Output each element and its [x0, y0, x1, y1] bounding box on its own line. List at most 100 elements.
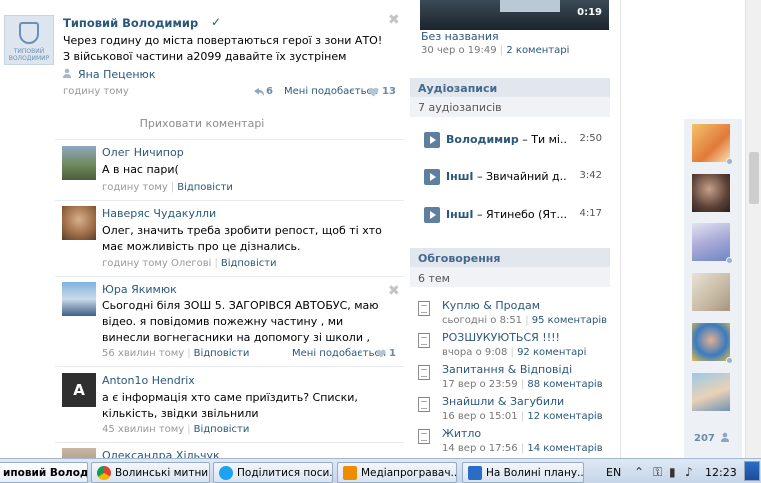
- emblem-icon: [19, 22, 39, 44]
- repost-count[interactable]: 6: [266, 86, 273, 97]
- audio-track[interactable]: ІншІ – Ятинебо (Ят... 4:17: [424, 206, 608, 224]
- topics-count[interactable]: 6 тем: [418, 272, 450, 285]
- friends-count[interactable]: 207: [694, 432, 730, 444]
- avatar[interactable]: [62, 448, 96, 458]
- friend-avatar[interactable]: [692, 273, 730, 311]
- document-icon: [418, 429, 430, 444]
- video-title[interactable]: Без названия: [421, 30, 499, 43]
- like-label[interactable]: Мені подобається: [284, 86, 378, 97]
- heart-icon[interactable]: [376, 349, 386, 358]
- comment-author[interactable]: Юра Якимюк: [102, 283, 177, 296]
- repost-icon[interactable]: [253, 87, 265, 97]
- taskbar-item[interactable]: На Волині плану...: [462, 462, 584, 483]
- reply-link[interactable]: Відповісти: [221, 258, 277, 269]
- taskbar-item[interactable]: Поділитися поси...: [213, 462, 333, 483]
- comment-time[interactable]: 56 хвилин тому: [102, 348, 184, 359]
- battery-icon[interactable]: ▮: [669, 465, 676, 479]
- avatar[interactable]: [62, 282, 96, 316]
- video-duration: 0:19: [577, 7, 602, 18]
- audio-track[interactable]: Володимир – Ти мі... 2:50: [424, 131, 608, 149]
- post-time[interactable]: годину тому: [63, 86, 129, 97]
- reply-link[interactable]: Відповісти: [194, 424, 250, 435]
- comment-time[interactable]: годину тому: [102, 182, 168, 193]
- online-indicator: [726, 357, 733, 364]
- hide-comments-link[interactable]: Приховати коментарі: [0, 117, 404, 130]
- show-desktop-button[interactable]: [744, 461, 760, 481]
- comment-text: а є інформація хто саме приїздить? Списк…: [102, 391, 358, 420]
- scrollbar[interactable]: [745, 0, 761, 458]
- comment-time[interactable]: 45 хвилин тому: [102, 424, 184, 435]
- network-icon[interactable]: ⚿: [653, 465, 662, 480]
- volume-icon[interactable]: ♪: [685, 465, 693, 479]
- post-text: Через годину до міста повертаються герої…: [63, 34, 383, 63]
- topic-title[interactable]: Знайшли & Загубили: [442, 395, 564, 408]
- clock[interactable]: 12:23: [705, 466, 737, 479]
- reply-link[interactable]: Відповісти: [194, 348, 250, 359]
- post-author-avatar[interactable]: ТИПОВИЙ ВОЛОДИМИР: [4, 15, 54, 65]
- taskbar-item[interactable]: иповий Волод...: [0, 462, 88, 483]
- audio-section-header[interactable]: Аудіозаписи: [410, 78, 610, 98]
- topic-item[interactable]: Куплю & Продам сьогодні о 8:51 | 95 коме…: [418, 299, 608, 329]
- friend-avatar[interactable]: [692, 124, 733, 165]
- avatar[interactable]: A: [62, 373, 96, 407]
- topic-item[interactable]: Запитання & Відповіді 17 вер о 23:59 | 8…: [418, 363, 608, 393]
- post-signer[interactable]: Яна Пеценюк: [78, 68, 155, 81]
- friend-avatar[interactable]: [692, 323, 733, 364]
- comment-like-count[interactable]: 1: [389, 348, 396, 359]
- topic-comments[interactable]: 95 коментарів: [532, 315, 607, 326]
- topic-item[interactable]: Житло 14 вер о 17:56 | 14 коментарів: [418, 427, 608, 457]
- online-indicator: [726, 158, 733, 165]
- comment-meta: 56 хвилин тому | Відповісти: [102, 348, 250, 359]
- comment-author[interactable]: Anton1o Hendrix: [102, 374, 195, 387]
- document-icon: [418, 397, 430, 412]
- topic-comments[interactable]: 14 коментарів: [527, 443, 602, 454]
- avatar[interactable]: [62, 146, 96, 180]
- comment-author[interactable]: Олег Ничипор: [102, 146, 184, 159]
- heart-icon[interactable]: [368, 87, 379, 97]
- video-thumbnail[interactable]: 0:19: [420, 0, 609, 30]
- chrome-icon: [97, 466, 111, 480]
- play-icon[interactable]: [424, 132, 440, 148]
- topic-comments[interactable]: 12 коментарів: [527, 411, 602, 422]
- comment-author[interactable]: Наверяс Чудакулли: [102, 207, 216, 220]
- post-author-name[interactable]: Типовий Володимир: [63, 16, 198, 30]
- taskbar-item[interactable]: Медіапрогравач...: [337, 462, 457, 483]
- topic-comments[interactable]: 92 коментарі: [517, 347, 586, 358]
- reply-link[interactable]: Відповісти: [177, 182, 233, 193]
- play-icon[interactable]: [424, 207, 440, 223]
- topic-title[interactable]: Куплю & Продам: [442, 299, 540, 312]
- avatar[interactable]: [62, 206, 96, 240]
- like-count[interactable]: 13: [382, 86, 396, 97]
- topic-title[interactable]: Запитання & Відповіді: [442, 363, 572, 376]
- column-divider: [620, 0, 621, 458]
- language-indicator[interactable]: EN: [606, 466, 621, 479]
- friend-avatar[interactable]: [692, 223, 733, 264]
- divider: [55, 442, 404, 443]
- topic-comments[interactable]: 88 коментарів: [527, 379, 602, 390]
- scrollbar-thumb[interactable]: [749, 152, 759, 204]
- topic-title[interactable]: Житло: [442, 427, 481, 440]
- topic-title[interactable]: РОЗШУКУЮТЬСЯ !!!!: [442, 331, 560, 344]
- audio-artist[interactable]: ІншІ: [446, 208, 473, 221]
- topic-item[interactable]: РОЗШУКУЮТЬСЯ !!!! вчора о 9:08 | 92 коме…: [418, 331, 608, 361]
- audio-artist[interactable]: Володимир: [446, 133, 519, 146]
- audio-track[interactable]: ІншІ – Звичайний д... 3:42: [424, 168, 608, 186]
- video-comments-link[interactable]: 2 коментарі: [506, 45, 569, 56]
- audio-count[interactable]: 7 аудіозаписів: [418, 101, 502, 114]
- taskbar-item[interactable]: Волинські митни...: [91, 462, 210, 483]
- topic-item[interactable]: Знайшли & Загубили 16 вер о 15:01 | 12 к…: [418, 395, 608, 425]
- play-icon[interactable]: [424, 169, 440, 185]
- audio-artist[interactable]: ІншІ: [446, 170, 473, 183]
- comment-like-label[interactable]: Мені подобається: [292, 348, 386, 359]
- comment-author[interactable]: Олександра Хільчук: [102, 449, 220, 458]
- topics-section-header[interactable]: Обговорення: [410, 248, 610, 268]
- twitter-icon: [219, 466, 233, 480]
- chevron-up-icon[interactable]: ⌃: [634, 465, 644, 479]
- close-icon[interactable]: ✖: [388, 12, 400, 28]
- friend-avatar[interactable]: [692, 174, 730, 212]
- friend-avatar[interactable]: [692, 373, 730, 411]
- close-icon[interactable]: ✖: [388, 283, 400, 299]
- comment-text: Сьогодні біля ЗОШ 5. ЗАГОРІВСЯ АВТОБУС, …: [102, 299, 379, 344]
- audio-duration: 2:50: [579, 133, 602, 144]
- comment-time[interactable]: годину тому Олегові: [102, 258, 211, 269]
